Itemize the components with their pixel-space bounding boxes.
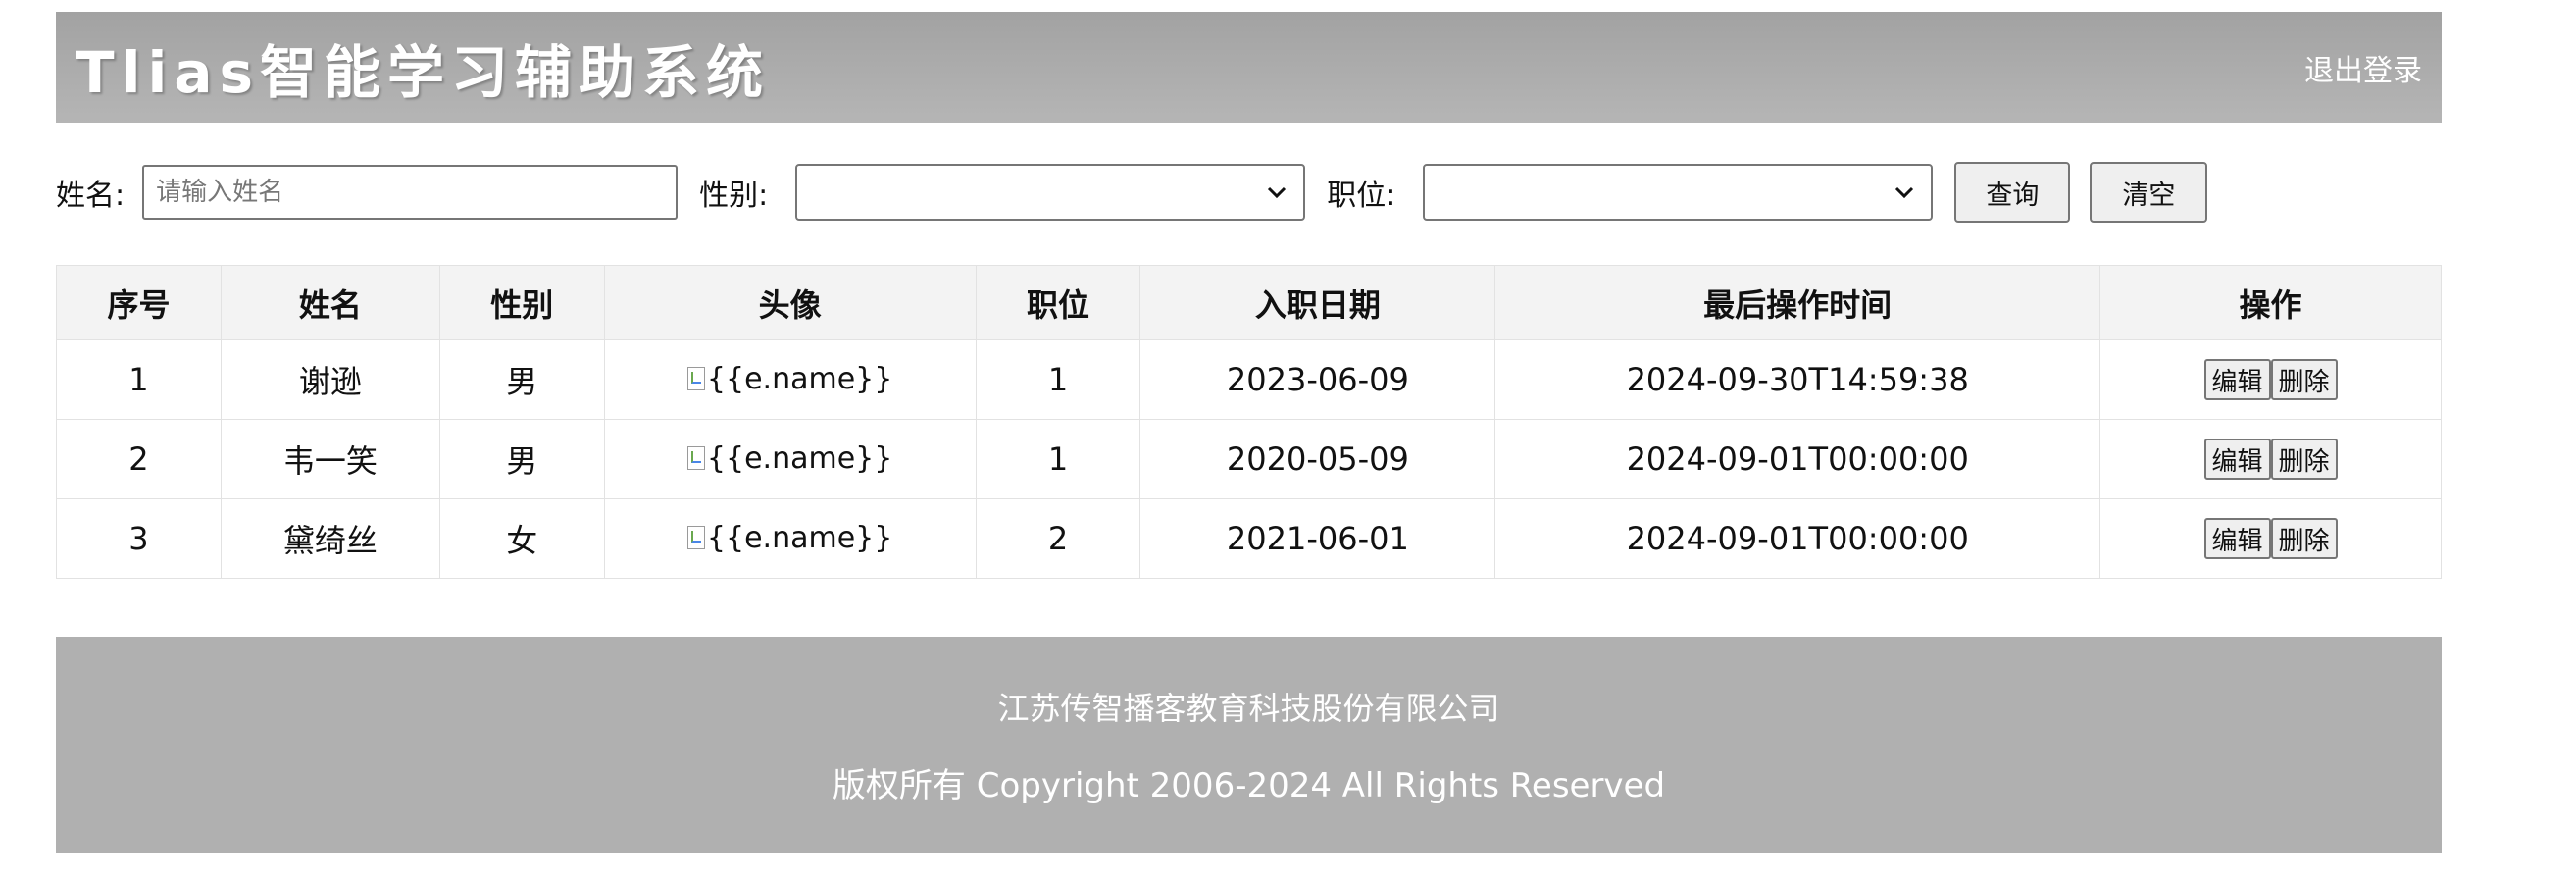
cell-avatar: {{e.name}}: [603, 339, 977, 420]
delete-button[interactable]: 删除: [2270, 518, 2338, 559]
footer-company: 江苏传智播客教育科技股份有限公司: [997, 689, 1500, 727]
cell-name: 谢逊: [220, 339, 440, 420]
avatar-alt-text: {{e.name}}: [706, 361, 893, 396]
broken-image-icon: [686, 446, 705, 470]
delete-button[interactable]: 删除: [2270, 439, 2338, 480]
cell-name: 韦一笑: [220, 419, 440, 499]
table-row: 3 黛绮丝 女 {{e.name}} 2 2021-06-01 2024-09-…: [56, 498, 2442, 579]
cell-gender: 男: [438, 419, 605, 499]
cell-update-time: 2024-09-30T14:59:38: [1494, 339, 2101, 420]
clear-button[interactable]: 清空: [2090, 162, 2208, 223]
cell-gender: 女: [438, 498, 605, 579]
cell-update-time: 2024-09-01T00:00:00: [1494, 419, 2101, 499]
query-button[interactable]: 查询: [1954, 162, 2071, 223]
table-row: 2 韦一笑 男 {{e.name}} 1 2020-05-09 2024-09-…: [56, 419, 2442, 499]
cell-job: 2: [975, 498, 1141, 579]
cell-avatar: {{e.name}}: [603, 498, 977, 579]
cell-avatar: {{e.name}}: [603, 419, 977, 499]
avatar: {{e.name}}: [686, 440, 893, 476]
cell-job: 1: [975, 339, 1141, 420]
logout-link[interactable]: 退出登录: [2304, 46, 2422, 89]
gender-label: 性别:: [699, 179, 769, 213]
cell-job: 1: [975, 419, 1141, 499]
app-title: Tlias智能学习辅助系统: [76, 38, 770, 106]
cell-actions: 编辑 删除: [2099, 419, 2442, 499]
cell-update-time: 2024-09-01T00:00:00: [1494, 498, 2101, 579]
edit-button[interactable]: 编辑: [2203, 359, 2271, 400]
job-select[interactable]: [1423, 164, 1934, 221]
avatar: {{e.name}}: [686, 361, 893, 396]
broken-image-icon: [686, 367, 705, 390]
name-label: 姓名:: [56, 179, 126, 213]
column-header-job: 职位: [975, 265, 1141, 340]
edit-button[interactable]: 编辑: [2203, 439, 2271, 480]
avatar-alt-text: {{e.name}}: [706, 440, 893, 476]
broken-image-icon: [686, 526, 705, 549]
table-header-row: 序号 姓名 性别 头像 职位 入职日期 最后操作时间 操作: [56, 265, 2442, 340]
edit-button[interactable]: 编辑: [2203, 518, 2271, 559]
app-header: Tlias智能学习辅助系统 退出登录: [56, 12, 2442, 123]
column-header-avatar: 头像: [603, 265, 977, 340]
cell-index: 3: [56, 498, 222, 579]
chevron-down-icon: [1268, 186, 1287, 199]
column-header-update-time: 最后操作时间: [1494, 265, 2101, 340]
name-input[interactable]: [142, 165, 679, 220]
table-row: 1 谢逊 男 {{e.name}} 1 2023-06-09 2024-09-3…: [56, 339, 2442, 420]
cell-gender: 男: [438, 339, 605, 420]
delete-button[interactable]: 删除: [2270, 359, 2338, 400]
job-label: 职位:: [1327, 179, 1396, 213]
cell-actions: 编辑 删除: [2099, 339, 2442, 420]
cell-entry-date: 2020-05-09: [1139, 419, 1496, 499]
page-footer: 江苏传智播客教育科技股份有限公司 版权所有 Copyright 2006-202…: [56, 637, 2442, 853]
cell-entry-date: 2021-06-01: [1139, 498, 1496, 579]
search-bar: 姓名: 性别: 职位: 查询 清空: [56, 162, 2442, 223]
employee-table: 序号 姓名 性别 头像 职位 入职日期 最后操作时间 操作 1 谢逊 男 {{e…: [56, 265, 2442, 579]
avatar: {{e.name}}: [686, 520, 893, 555]
cell-name: 黛绮丝: [220, 498, 440, 579]
gender-select[interactable]: [795, 164, 1306, 221]
footer-copyright: 版权所有 Copyright 2006-2024 All Rights Rese…: [832, 765, 1666, 805]
column-header-gender: 性别: [438, 265, 605, 340]
column-header-actions: 操作: [2099, 265, 2442, 340]
cell-actions: 编辑 删除: [2099, 498, 2442, 579]
cell-index: 2: [56, 419, 222, 499]
cell-index: 1: [56, 339, 222, 420]
cell-entry-date: 2023-06-09: [1139, 339, 1496, 420]
column-header-entry-date: 入职日期: [1139, 265, 1496, 340]
column-header-index: 序号: [56, 265, 222, 340]
chevron-down-icon: [1895, 186, 1914, 199]
employee-table-wrap: 序号 姓名 性别 头像 职位 入职日期 最后操作时间 操作 1 谢逊 男 {{e…: [56, 265, 2442, 579]
column-header-name: 姓名: [220, 265, 440, 340]
avatar-alt-text: {{e.name}}: [706, 520, 893, 555]
